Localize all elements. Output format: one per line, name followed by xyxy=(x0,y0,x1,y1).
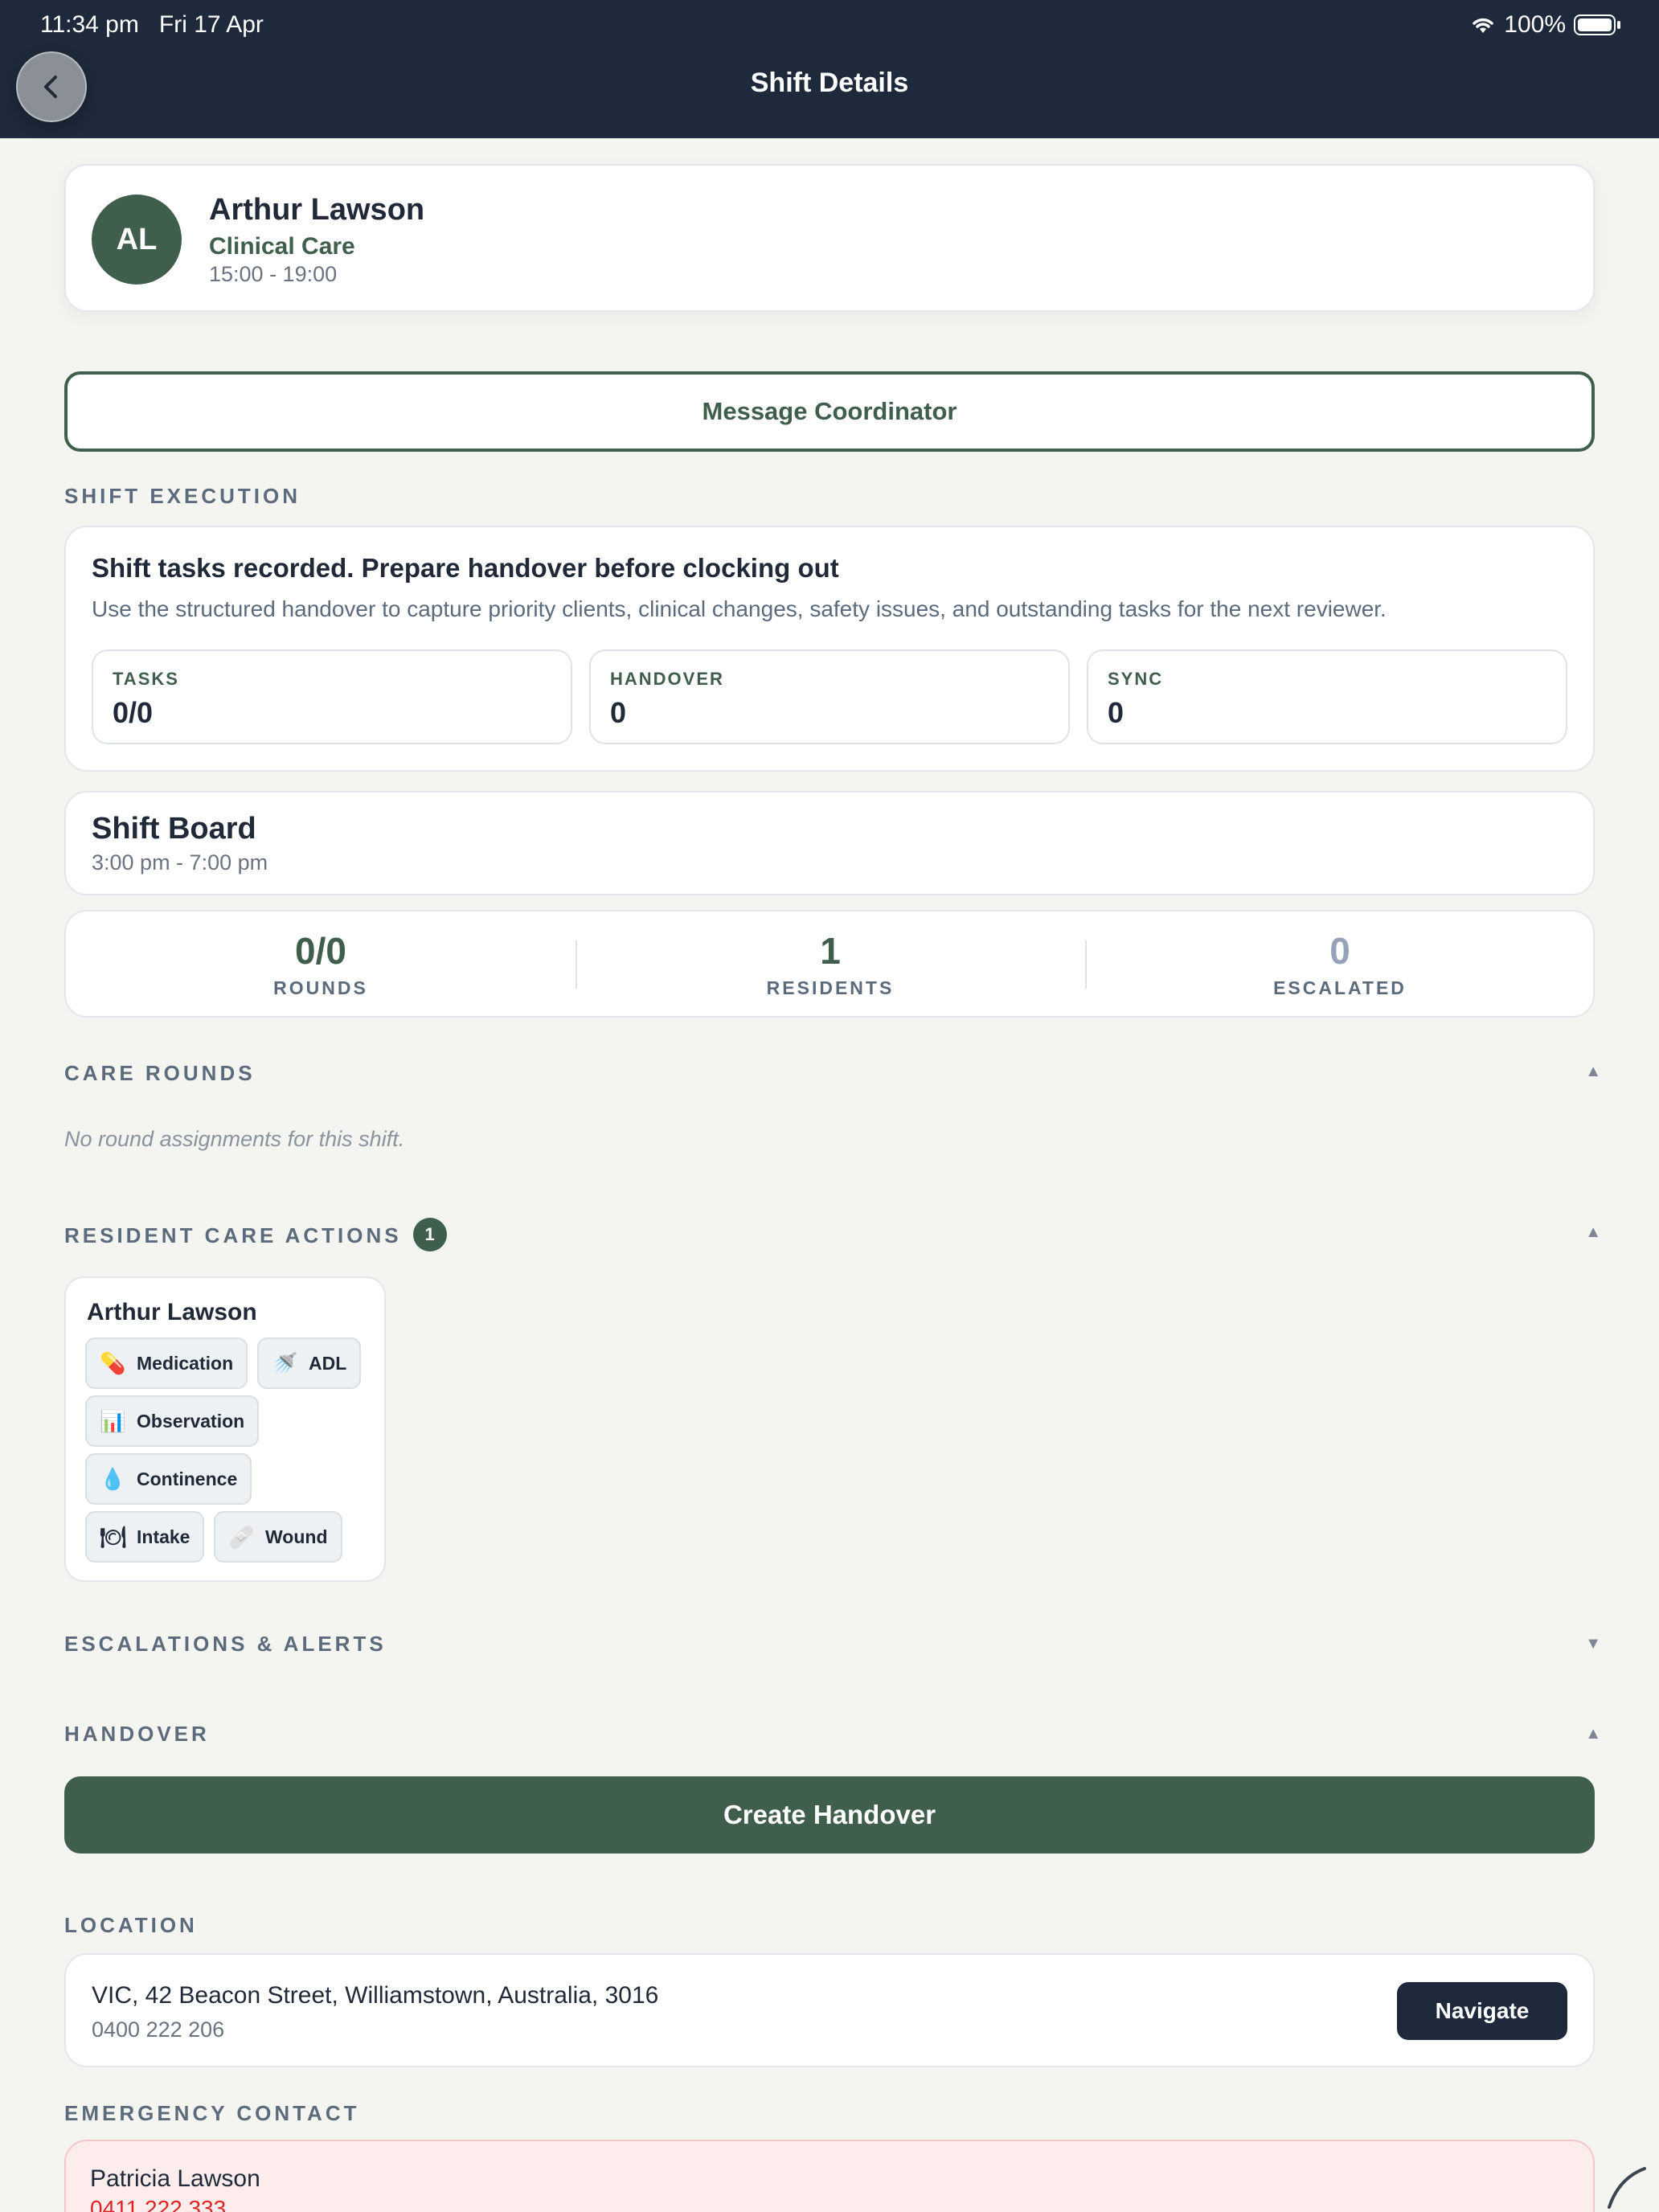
metric-label: ROUNDS xyxy=(273,977,368,998)
shift-board-card: Shift Board 3:00 pm - 7:00 pm xyxy=(64,791,1595,895)
emergency-phone[interactable]: 0411 222 333 xyxy=(90,2196,226,2212)
top-bar: 11:34 pm Fri 17 Apr 100% Shift Details xyxy=(0,0,1659,138)
action-label: ADL xyxy=(309,1352,347,1374)
message-coordinator-button[interactable]: Message Coordinator xyxy=(64,371,1595,452)
section-label-emergency: EMERGENCY CONTACT xyxy=(64,2101,360,2125)
stat-tasks: TASKS 0/0 xyxy=(92,649,572,744)
stat-label: SYNC xyxy=(1108,669,1164,689)
section-label-resident-care[interactable]: RESIDENT CARE ACTIONS 1 xyxy=(64,1218,447,1254)
stat-label: TASKS xyxy=(113,669,179,689)
metric-value: 1 xyxy=(820,930,841,972)
metric-value: 0 xyxy=(1329,930,1350,972)
section-label-escalations[interactable]: ESCALATIONS & ALERTS xyxy=(64,1632,387,1657)
battery-icon xyxy=(1574,14,1616,35)
resident-care-label: RESIDENT CARE ACTIONS xyxy=(64,1223,402,1247)
location-phone[interactable]: 0400 222 206 xyxy=(92,2017,224,2042)
action-medication[interactable]: 💊 Medication xyxy=(85,1337,248,1389)
shift-execution-card: Shift tasks recorded. Prepare handover b… xyxy=(64,526,1595,772)
action-observation[interactable]: 📊 Observation xyxy=(85,1395,260,1447)
action-label: Continence xyxy=(137,1468,238,1489)
metric-label: RESIDENTS xyxy=(766,977,895,998)
execution-description: Use the structured handover to capture p… xyxy=(92,596,1387,621)
chevron-up-icon[interactable]: ▲ xyxy=(1585,1063,1601,1081)
location-address: VIC, 42 Beacon Street, Williamstown, Aus… xyxy=(92,1982,659,2009)
execution-title: Shift tasks recorded. Prepare handover b… xyxy=(92,553,839,583)
location-card: VIC, 42 Beacon Street, Williamstown, Aus… xyxy=(64,1953,1595,2067)
chart-icon: 📊 xyxy=(100,1408,126,1433)
page-title: Shift Details xyxy=(750,68,909,98)
stat-label: HANDOVER xyxy=(610,669,724,689)
metric-label: ESCALATED xyxy=(1273,977,1407,998)
avatar: AL xyxy=(92,195,182,285)
section-label-care-rounds[interactable]: CARE ROUNDS xyxy=(64,1061,256,1086)
metric-value: 0/0 xyxy=(295,930,346,972)
pill-icon: 💊 xyxy=(100,1350,126,1375)
count-badge: 1 xyxy=(412,1218,447,1251)
stat-sync: SYNC 0 xyxy=(1087,649,1567,744)
chevron-up-icon[interactable]: ▲ xyxy=(1585,1223,1601,1242)
wifi-icon xyxy=(1473,18,1494,33)
section-label-handover[interactable]: HANDOVER xyxy=(64,1722,210,1747)
action-label: Intake xyxy=(137,1526,190,1547)
battery-percent: 100% xyxy=(1504,11,1566,38)
action-wound[interactable]: 🩹 Wound xyxy=(214,1511,342,1563)
droplet-icon: 💧 xyxy=(100,1466,126,1491)
chevron-down-icon[interactable]: ▼ xyxy=(1585,1635,1601,1653)
pencil-scribble-icon xyxy=(1608,2167,1646,2209)
stat-handover: HANDOVER 0 xyxy=(589,649,1070,744)
status-indicators: 100% xyxy=(1470,11,1620,39)
care-rounds-empty: No round assignments for this shift. xyxy=(64,1127,405,1151)
section-label-shift-execution: SHIFT EXECUTION xyxy=(64,484,301,508)
emergency-name: Patricia Lawson xyxy=(90,2165,260,2192)
metric-rounds: 0/0 ROUNDS xyxy=(66,911,576,1019)
section-label-location: LOCATION xyxy=(64,1913,198,1937)
profile-card: AL Arthur Lawson Clinical Care 15:00 - 1… xyxy=(64,164,1595,312)
shift-board-title: Shift Board xyxy=(92,812,256,846)
stat-value: 0 xyxy=(1108,696,1124,729)
stat-value: 0/0 xyxy=(113,696,154,729)
emergency-contact-card: Patricia Lawson 0411 222 333 xyxy=(64,2140,1595,2212)
profile-time: 15:00 - 19:00 xyxy=(209,262,338,286)
shower-icon: 🚿 xyxy=(272,1350,298,1375)
status-time: 11:34 pm Fri 17 Apr xyxy=(40,11,264,38)
action-label: Wound xyxy=(265,1526,328,1547)
stat-value: 0 xyxy=(610,696,627,729)
plate-icon: 🍽 xyxy=(100,1524,127,1549)
shift-board-time: 3:00 pm - 7:00 pm xyxy=(92,850,268,875)
profile-name: Arthur Lawson xyxy=(209,193,425,227)
metrics-card: 0/0 ROUNDS 1 RESIDENTS 0 ESCALATED xyxy=(64,910,1595,1018)
metric-residents: 1 RESIDENTS xyxy=(576,911,1085,1019)
action-label: Observation xyxy=(137,1410,245,1432)
action-continence[interactable]: 💧 Continence xyxy=(85,1453,252,1505)
navigate-button[interactable]: Navigate xyxy=(1397,1982,1567,2040)
chevron-up-icon[interactable]: ▲ xyxy=(1585,1725,1601,1743)
resident-card: Arthur Lawson 💊 Medication 🚿 ADL 📊 Observat… xyxy=(64,1276,386,1582)
metric-escalated: 0 ESCALATED xyxy=(1085,911,1595,1019)
action-adl[interactable]: 🚿 ADL xyxy=(257,1337,362,1389)
resident-name: Arthur Lawson xyxy=(87,1299,257,1325)
action-label: Medication xyxy=(137,1352,234,1374)
action-intake[interactable]: 🍽 Intake xyxy=(85,1511,205,1563)
profile-role: Clinical Care xyxy=(209,233,355,260)
bandage-icon: 🩹 xyxy=(228,1524,255,1549)
create-handover-button[interactable]: Create Handover xyxy=(64,1776,1595,1854)
